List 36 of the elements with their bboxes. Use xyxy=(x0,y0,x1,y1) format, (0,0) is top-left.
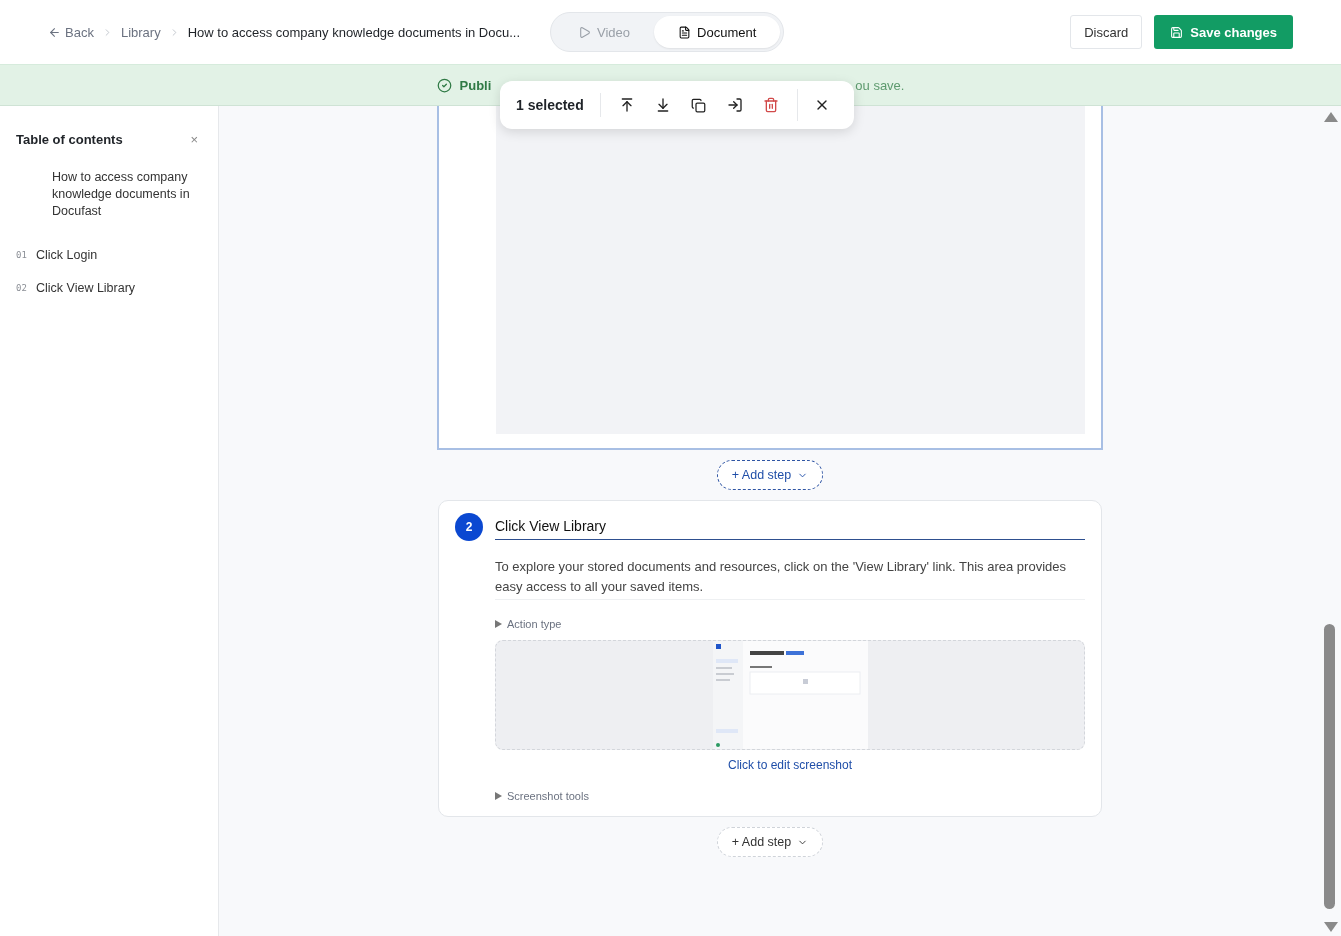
scroll-up-icon[interactable] xyxy=(1324,112,1338,122)
add-step-button[interactable]: + Add step xyxy=(716,827,824,857)
back-link[interactable]: Back xyxy=(48,24,94,40)
play-icon xyxy=(578,25,592,39)
check-circle-icon xyxy=(436,77,452,93)
save-button[interactable]: Save changes xyxy=(1154,15,1293,49)
view-tab[interactable]: Document xyxy=(654,16,781,48)
breadcrumb-link[interactable]: Library xyxy=(120,24,161,40)
discard-button[interactable]: Discard xyxy=(1070,15,1143,49)
toc-close-button[interactable]: × xyxy=(186,132,202,147)
toc-item[interactable]: 02 Click View Library xyxy=(16,271,202,304)
action-type-toggle[interactable]: Action type xyxy=(495,618,1085,630)
scrollbar-thumb[interactable] xyxy=(1324,624,1335,909)
triangle-right-icon xyxy=(495,792,502,800)
banner-text: Publi xyxy=(459,77,492,93)
breadcrumb-current[interactable]: How to access company knowledge documents in Docu... xyxy=(187,24,521,40)
save-icon xyxy=(1170,25,1184,39)
screenshot-tools-toggle[interactable]: Screenshot tools xyxy=(495,790,1085,802)
toc-item[interactable]: 01 Click Login xyxy=(16,238,202,271)
trash-icon xyxy=(762,97,779,113)
step-number: 2 xyxy=(455,513,483,541)
toc-document-link[interactable]: How to access company knowledge documents in Docufast xyxy=(16,169,202,220)
selection-count: 1 selected xyxy=(516,93,601,117)
edit-screenshot-link[interactable]: Click to edit screenshot xyxy=(495,758,1085,772)
arrow-into-box-icon xyxy=(726,97,743,113)
screenshot-thumbnail[interactable] xyxy=(495,640,1085,750)
banner-text: ou save. xyxy=(855,77,905,93)
add-step-button[interactable]: + Add step xyxy=(716,460,824,490)
step-description: To explore your stored documents and resources, click on the 'View Library' link. This area provides easy access to all your saved items. xyxy=(495,557,1085,600)
arrow-left-icon xyxy=(48,25,61,39)
copy-icon xyxy=(691,97,707,113)
toc-title: Table of contents xyxy=(16,132,123,147)
document-icon xyxy=(678,25,692,39)
step-title-field[interactable]: Click View Library xyxy=(495,514,1085,540)
scroll-down-icon[interactable] xyxy=(1324,922,1338,932)
triangle-right-icon xyxy=(495,620,502,628)
